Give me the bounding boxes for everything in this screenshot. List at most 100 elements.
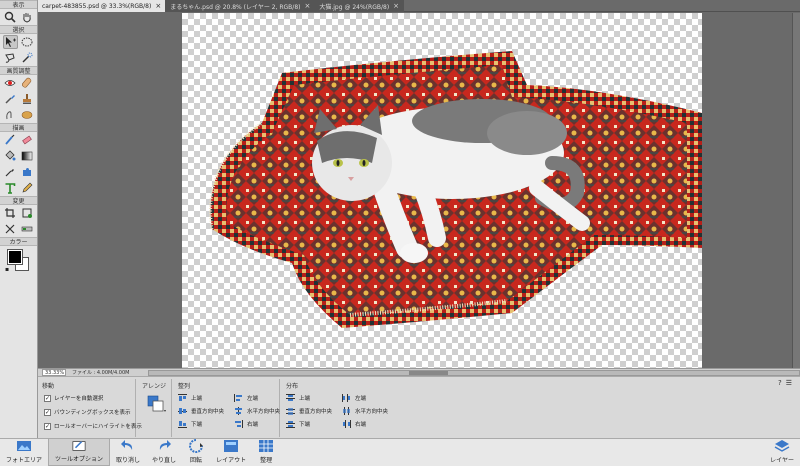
align-bottom-label: 下端: [191, 422, 203, 428]
document-canvas[interactable]: [182, 13, 702, 368]
layers-button[interactable]: レイヤー: [764, 438, 800, 466]
align-top-label: 上端: [191, 396, 203, 402]
smart-brush-tool[interactable]: [3, 92, 18, 106]
arrange-title: アレンジ: [142, 383, 167, 390]
rotate-icon: [189, 439, 204, 453]
recompose-icon: [22, 208, 32, 218]
layout-button[interactable]: レイアウト: [210, 438, 252, 466]
toolbox: 表示 選択 画質調整 描画 変更 カラー ▪: [0, 0, 38, 438]
brush-tool[interactable]: [3, 133, 18, 147]
zoom-level-field[interactable]: 33.33%: [42, 369, 66, 376]
align-right-label: 右端: [247, 422, 259, 428]
align-vcenter-icon: [178, 407, 187, 415]
photo-area-button[interactable]: フォトエリア: [0, 438, 48, 466]
organize-button[interactable]: 整理: [252, 438, 280, 466]
close-icon[interactable]: ×: [155, 2, 161, 10]
organizer-grid-icon: [259, 440, 274, 452]
tab-big-cat[interactable]: 大猫.jpg @ 24%(RGB/8) ×: [315, 0, 405, 12]
puzzle-shape-icon: [22, 168, 31, 176]
checkbox-checked-icon[interactable]: ✓: [44, 408, 51, 416]
rollover-option[interactable]: ✓ ロールオーバーにハイライトを表示: [44, 422, 142, 430]
distribute-vcenter-button[interactable]: 垂直方向中央: [286, 407, 342, 415]
close-icon[interactable]: ×: [393, 2, 399, 10]
crop-tool[interactable]: [3, 206, 18, 220]
align-vcenter-label: 垂直方向中央: [191, 409, 225, 415]
document-info[interactable]: ファイル : 4.00M/4.00M: [72, 369, 142, 376]
panel-menu-icon[interactable]: ☰: [786, 379, 792, 387]
organize-label: 整理: [260, 457, 273, 464]
rotate-button[interactable]: 回転: [182, 438, 210, 466]
distribute-bottom-button[interactable]: 下端: [286, 420, 342, 428]
recompose-tool[interactable]: [19, 206, 34, 220]
distribute-right-button[interactable]: 右端: [342, 420, 398, 428]
checkbox-checked-icon[interactable]: ✓: [44, 422, 51, 430]
redo-button[interactable]: やり直し: [146, 438, 182, 466]
foreground-color-swatch[interactable]: [7, 249, 23, 265]
align-vcenter-button[interactable]: 垂直方向中央: [178, 407, 234, 415]
stamp-icon: [22, 94, 31, 104]
lasso-tool[interactable]: [3, 51, 18, 65]
horizontal-scrollbar[interactable]: [148, 369, 800, 376]
straighten-tool[interactable]: [19, 222, 34, 236]
help-icon[interactable]: ?: [778, 379, 782, 387]
close-icon[interactable]: ×: [304, 2, 310, 10]
content-move-icon: [5, 224, 15, 234]
gradient-icon: [21, 151, 33, 161]
align-bottom-button[interactable]: 下端: [178, 420, 234, 428]
red-eye-tool[interactable]: [3, 76, 18, 90]
marquee-tool[interactable]: [19, 35, 34, 49]
distribute-vcenter-icon: [286, 407, 295, 415]
arrange-button[interactable]: [146, 394, 166, 414]
tool-options-button[interactable]: ツールオプション: [48, 438, 111, 466]
show-bbox-option[interactable]: ✓ バウンディングボックスを表示: [44, 408, 130, 416]
section-select-label: 選択: [0, 25, 37, 34]
undo-icon: [121, 440, 133, 450]
auto-select-option[interactable]: ✓ レイヤーを自動選択: [44, 394, 129, 402]
paint-bucket-tool[interactable]: [3, 149, 18, 163]
align-top-button[interactable]: 上端: [178, 394, 234, 402]
type-tool[interactable]: [3, 181, 18, 195]
elliptical-marquee-icon: [21, 37, 33, 47]
quick-selection-tool[interactable]: [19, 51, 34, 65]
tab-maruchan[interactable]: まるちゃん.psd @ 20.8% (レイヤー 2, RGB/8) ×: [166, 0, 316, 12]
distribute-top-button[interactable]: 上端: [286, 394, 342, 402]
checkbox-checked-icon[interactable]: ✓: [44, 394, 51, 402]
tab-carpet[interactable]: carpet-483855.psd @ 33.3%(RGB/8) ×: [38, 0, 167, 12]
hand-tool[interactable]: [19, 10, 34, 24]
tool-options-icon: [72, 441, 86, 451]
redo-label: やり直し: [152, 457, 177, 464]
content-aware-move-tool[interactable]: [3, 222, 18, 236]
distribute-left-button[interactable]: 左端: [342, 394, 398, 402]
photo-bin-icon: [17, 441, 31, 451]
default-colors-icon[interactable]: ▪: [5, 266, 9, 273]
color-swatches: ▪: [0, 246, 37, 278]
blur-tool[interactable]: [3, 108, 18, 122]
spot-healing-tool[interactable]: [19, 76, 34, 90]
distribute-hcenter-button[interactable]: 水平方向中央: [342, 407, 398, 415]
move-tool[interactable]: [2, 35, 18, 49]
distribute-title: 分布: [286, 383, 299, 390]
scrollbar-thumb[interactable]: [409, 370, 448, 375]
tool-options-label: ツールオプション: [55, 456, 104, 463]
gradient-tool[interactable]: [19, 149, 34, 163]
align-bottom-icon: [178, 420, 187, 428]
distribute-top-label: 上端: [299, 396, 311, 402]
eraser-tool[interactable]: [19, 133, 34, 147]
quick-selection-icon: [22, 52, 33, 63]
options-help-controls: ? ☰: [778, 379, 792, 387]
paint-bucket-icon: [5, 150, 16, 161]
align-left-icon: [234, 394, 243, 402]
status-bar: 33.33% ファイル : 4.00M/4.00M: [38, 368, 800, 376]
undo-button[interactable]: 取り消し: [110, 438, 146, 466]
vertical-scrollbar[interactable]: [792, 13, 800, 368]
section-enhance-label: 画質調整: [0, 66, 37, 75]
eyedropper-tool[interactable]: [3, 165, 18, 179]
custom-shape-tool[interactable]: [19, 165, 34, 179]
sponge-tool[interactable]: [19, 108, 34, 122]
distribute-hcenter-label: 水平方向中央: [355, 409, 389, 415]
zoom-tool[interactable]: [3, 10, 18, 24]
distribute-right-icon: [342, 420, 351, 428]
move-options: 移動 ✓ レイヤーを自動選択 ✓ バウンディングボックスを表示 ✓ ロールオーバ…: [38, 379, 142, 437]
pencil-tool[interactable]: [19, 181, 34, 195]
clone-stamp-tool[interactable]: [19, 92, 34, 106]
